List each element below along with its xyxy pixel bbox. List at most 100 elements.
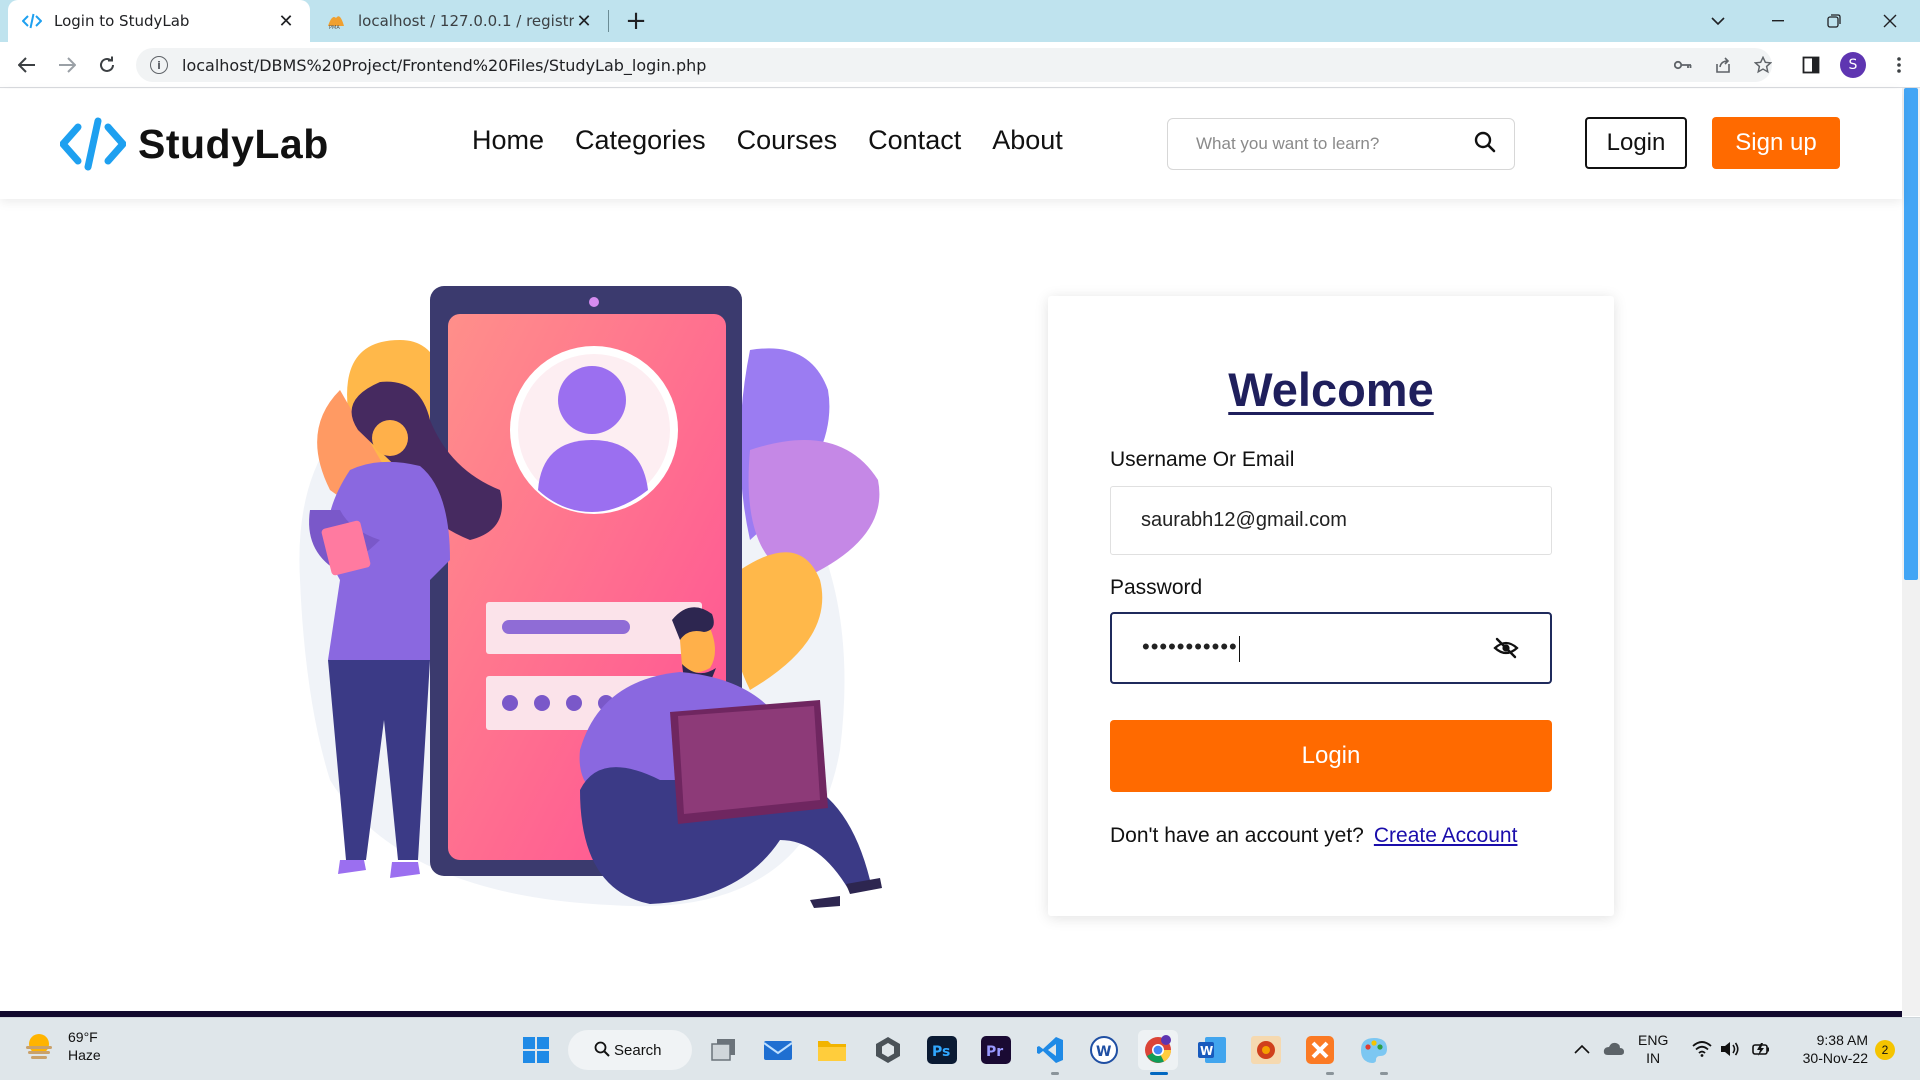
- new-tab-button[interactable]: +: [620, 6, 652, 38]
- show-hidden-icons-chevron[interactable]: [1574, 1017, 1590, 1080]
- running-indicator: [1326, 1072, 1334, 1075]
- minimize-button[interactable]: [1750, 0, 1806, 42]
- system-clock[interactable]: 9:38 AM 30-Nov-22: [1790, 1031, 1868, 1067]
- lang-code: ENG: [1638, 1032, 1669, 1048]
- password-label: Password: [1110, 576, 1203, 599]
- profile-avatar[interactable]: S: [1840, 52, 1866, 78]
- share-icon[interactable]: [1708, 50, 1738, 80]
- search-input[interactable]: [1196, 134, 1474, 154]
- create-account-link[interactable]: Create Account: [1374, 824, 1518, 847]
- running-indicator: [1051, 1072, 1059, 1075]
- close-window-button[interactable]: [1862, 0, 1918, 42]
- tab-search-icon[interactable]: [1690, 0, 1746, 42]
- clock-date: 30-Nov-22: [1802, 1050, 1868, 1066]
- weather-temp: 69°F: [68, 1029, 98, 1045]
- browser-toolbar: i localhost/DBMS%20Project/Frontend%20Fi…: [0, 42, 1920, 88]
- code-icon: [22, 11, 42, 31]
- tab-title: Login to StudyLab: [54, 12, 190, 30]
- header-signup-button[interactable]: Sign up: [1712, 117, 1840, 169]
- phpmyadmin-icon: PMA: [326, 11, 346, 31]
- svg-text:Ps: Ps: [932, 1044, 950, 1060]
- tab-separator: [608, 10, 609, 32]
- close-tab-icon[interactable]: ✕: [574, 11, 594, 32]
- username-label: Username Or Email: [1110, 448, 1295, 471]
- xampp-icon[interactable]: [1300, 1030, 1340, 1070]
- bookmark-star-icon[interactable]: [1748, 50, 1778, 80]
- svg-text:W: W: [1096, 1044, 1111, 1060]
- code-brackets-icon: [60, 117, 126, 171]
- tab-title: localhost / 127.0.0.1 / registration: [358, 12, 574, 30]
- vscode-icon[interactable]: [1030, 1030, 1070, 1070]
- chrome-icon[interactable]: [1138, 1030, 1178, 1070]
- username-field[interactable]: saurabh12@gmail.com: [1110, 486, 1552, 555]
- tab-studylab-login[interactable]: Login to StudyLab ✕: [8, 0, 310, 42]
- notification-badge[interactable]: 2: [1875, 1040, 1895, 1060]
- welcome-heading: Welcome: [1228, 363, 1434, 416]
- hide-password-icon[interactable]: [1492, 634, 1520, 662]
- login-submit-button[interactable]: Login: [1110, 720, 1552, 792]
- close-tab-icon[interactable]: ✕: [276, 11, 296, 32]
- tab-phpmyadmin[interactable]: PMA localhost / 127.0.0.1 / registration…: [312, 0, 608, 42]
- forward-arrow-icon[interactable]: [51, 49, 83, 81]
- lang-region: IN: [1646, 1050, 1661, 1066]
- brand-name: StudyLab: [138, 120, 329, 167]
- address-bar[interactable]: i localhost/DBMS%20Project/Frontend%20Fi…: [136, 48, 1772, 82]
- active-indicator: [1150, 1072, 1168, 1075]
- battery-charging-icon[interactable]: [1752, 1017, 1772, 1080]
- wifi-icon[interactable]: [1692, 1017, 1712, 1080]
- running-indicator: [1380, 1072, 1388, 1075]
- nav-categories[interactable]: Categories: [575, 125, 706, 156]
- svg-text:W: W: [1200, 1044, 1213, 1058]
- mail-icon[interactable]: [758, 1030, 798, 1070]
- brand-logo[interactable]: StudyLab: [60, 117, 329, 171]
- nav-about[interactable]: About: [992, 125, 1063, 156]
- windows-start-icon[interactable]: [516, 1030, 556, 1070]
- side-panel-icon[interactable]: [1796, 50, 1826, 80]
- signup-prompt: Don't have an account yet? Create Account: [1110, 824, 1517, 848]
- site-header: StudyLab Home Categories Courses Contact…: [0, 89, 1902, 199]
- site-info-icon[interactable]: i: [150, 56, 168, 74]
- password-mask: •••••••••••: [1142, 634, 1238, 660]
- nav-home[interactable]: Home: [472, 125, 544, 156]
- taskbar-search[interactable]: Search: [568, 1030, 692, 1070]
- reload-icon[interactable]: [91, 49, 123, 81]
- word-app-icon[interactable]: W: [1084, 1030, 1124, 1070]
- restore-button[interactable]: [1806, 0, 1862, 42]
- browser-tab-strip: Login to StudyLab ✕ PMA localhost / 127.…: [0, 0, 1920, 42]
- more-menu-icon[interactable]: [1884, 50, 1914, 80]
- login-card: Welcome Username Or Email saurabh12@gmai…: [1048, 296, 1614, 916]
- weather-desc: Haze: [68, 1047, 101, 1063]
- search-icon[interactable]: [1474, 131, 1496, 157]
- nav-courses[interactable]: Courses: [737, 125, 838, 156]
- course-search: [1167, 118, 1515, 170]
- login-illustration: [299, 286, 882, 908]
- no-account-text: Don't have an account yet?: [1110, 824, 1364, 847]
- nav-contact[interactable]: Contact: [868, 125, 961, 156]
- taskbar: 69°F Haze Search Ps Pr W W: [0, 1017, 1920, 1080]
- premiere-icon[interactable]: Pr: [976, 1030, 1016, 1070]
- input-language[interactable]: ENG IN: [1638, 1031, 1668, 1067]
- taskbar-search-label: Search: [614, 1041, 662, 1059]
- clock-time: 9:38 AM: [1816, 1032, 1868, 1048]
- svg-text:Pr: Pr: [986, 1044, 1003, 1060]
- key-icon[interactable]: [1668, 50, 1698, 80]
- url-text: localhost/DBMS%20Project/Frontend%20File…: [182, 55, 707, 75]
- game-app-icon[interactable]: [1246, 1030, 1286, 1070]
- password-field[interactable]: •••••••••••: [1110, 612, 1552, 684]
- onedrive-cloud-icon[interactable]: [1603, 1017, 1625, 1080]
- header-login-button[interactable]: Login: [1585, 117, 1687, 169]
- svg-text:PMA: PMA: [329, 25, 340, 30]
- text-caret: [1238, 635, 1240, 662]
- unity-icon[interactable]: [868, 1030, 908, 1070]
- username-value: saurabh12@gmail.com: [1141, 509, 1347, 531]
- scrollbar-thumb[interactable]: [1904, 88, 1918, 580]
- ms-word-icon[interactable]: W: [1192, 1030, 1232, 1070]
- paint-icon[interactable]: [1354, 1030, 1394, 1070]
- haze-sun-icon: [26, 1034, 52, 1059]
- volume-icon[interactable]: [1720, 1017, 1740, 1080]
- file-explorer-icon[interactable]: [812, 1030, 852, 1070]
- weather-widget[interactable]: 69°F Haze: [22, 1028, 101, 1064]
- back-arrow-icon[interactable]: [11, 49, 43, 81]
- photoshop-icon[interactable]: Ps: [922, 1030, 962, 1070]
- task-view-icon[interactable]: [704, 1030, 744, 1070]
